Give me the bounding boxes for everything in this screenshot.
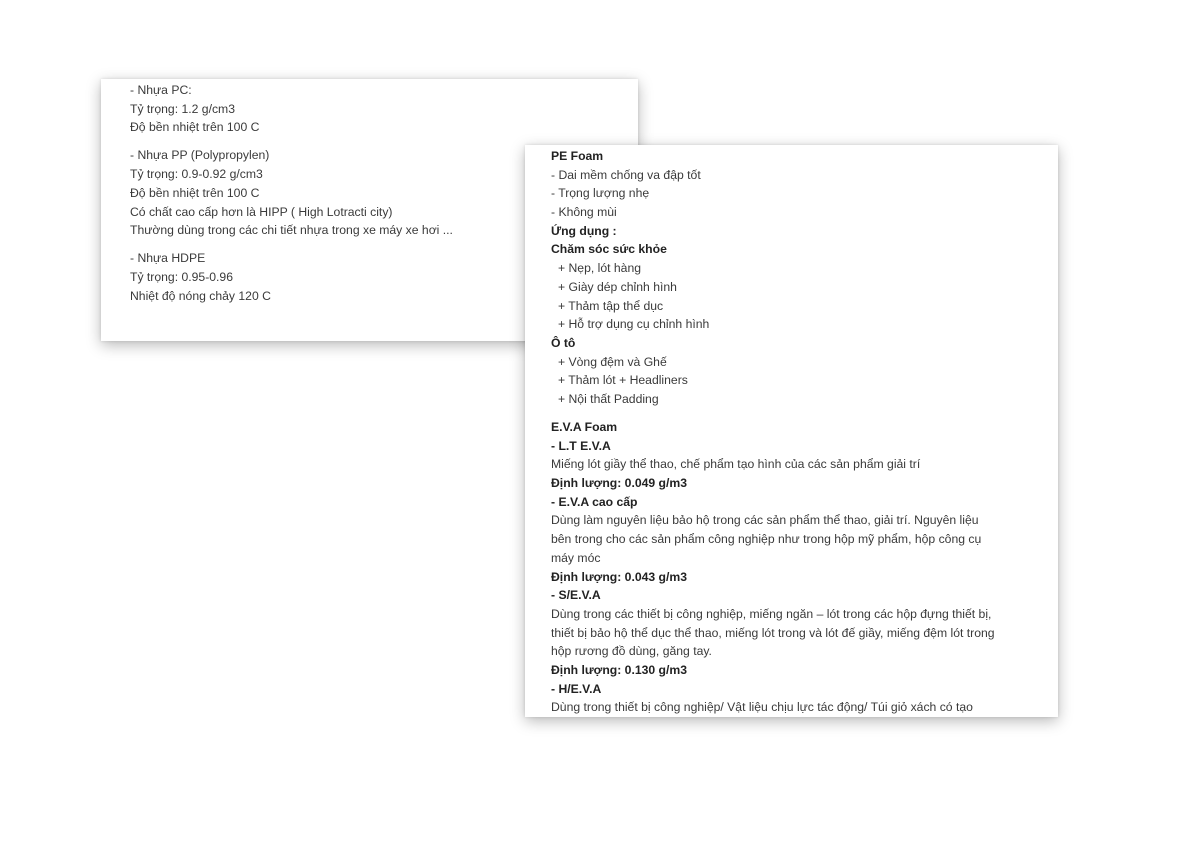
premium-eva-desc: máy móc [551,550,601,565]
health-label: Chăm sóc sức khỏe [551,242,667,257]
pc-title: - Nhựa PC: [130,83,192,97]
eva-title: E.V.A Foam [551,420,618,435]
pe-feature: - Trọng lượng nhẹ [551,186,650,201]
s-eva-desc: hộp rương đồ dùng, găng tay. [551,644,712,659]
health-item: + Nẹp, lót hàng [558,261,642,276]
applications-label: Ứng dụng : [551,223,617,238]
s-eva-weight: Định lượng: 0.130 g/m3 [551,662,688,677]
health-item: + Giày dép chỉnh hình [558,279,677,294]
lt-eva-weight: Định lượng: 0.049 g/m3 [551,476,688,491]
s-eva-desc: Dùng trong các thiết bị công nghiệp, miế… [551,606,992,621]
auto-label: Ô tô [551,335,576,350]
auto-item: + Thảm lót + Headliners [558,373,688,388]
pe-feature: - Dai mềm chống va đập tốt [551,167,701,182]
auto-item: + Vòng đệm và Ghế [558,354,667,369]
pp-line: Có chất cao cấp hơn là HIPP ( High Lotra… [130,204,393,219]
auto-item: + Nội thất Padding [558,391,659,406]
lt-eva-title: - L.T E.V.A [551,438,611,453]
premium-eva-title: - E.V.A cao cấp [551,494,638,509]
hdpe-line: Nhiệt độ nóng chảy 120 C [130,288,271,303]
pp-line: Tỷ trọng: 0.9-0.92 g/cm3 [130,167,263,182]
premium-eva-weight: Định lượng: 0.043 g/m3 [551,569,688,584]
hdpe-title: - Nhựa HDPE [130,251,206,266]
health-item: + Hỗ trợ dụng cụ chỉnh hình [558,317,710,332]
hdpe-line: Tỷ trọng: 0.95-0.96 [130,269,233,284]
pe-title: PE Foam [551,149,604,163]
pc-density: Tỷ trọng: 1.2 g/cm3 [130,101,235,116]
foam-card: PE Foam - Dai mềm chống va đập tốt - Trọ… [525,145,1058,717]
lt-eva-desc: Miếng lót giầy thể thao, chế phẩm tạo hì… [551,457,921,472]
pp-line: Độ bền nhiệt trên 100 C [130,185,260,200]
premium-eva-desc: Dùng làm nguyên liệu bảo hộ trong các sả… [551,513,979,528]
h-eva-desc: Dùng trong thiết bị công nghiệp/ Vật liệ… [551,700,973,715]
premium-eva-desc: bên trong cho các sản phẩm công nghiệp n… [551,532,982,547]
health-item: + Thảm tập thể dục [558,298,664,313]
pp-title: - Nhựa PP (Polypropylen) [130,148,270,163]
plastics-content: - Nhựa PC: Tỷ trọng: 1.2 g/cm3 Độ bền nh… [130,81,453,305]
s-eva-title: - S/E.V.A [551,588,601,603]
pp-line: Thường dùng trong các chi tiết nhựa tron… [130,223,453,238]
pe-feature: - Không mùi [551,205,617,220]
foam-content: PE Foam - Dai mềm chống va đập tốt - Trọ… [551,147,995,717]
pc-heat: Độ bền nhiệt trên 100 C [130,120,260,135]
s-eva-desc: thiết bị bảo hộ thể dục thể thao, miếng … [551,625,995,640]
h-eva-title: - H/E.V.A [551,681,602,696]
